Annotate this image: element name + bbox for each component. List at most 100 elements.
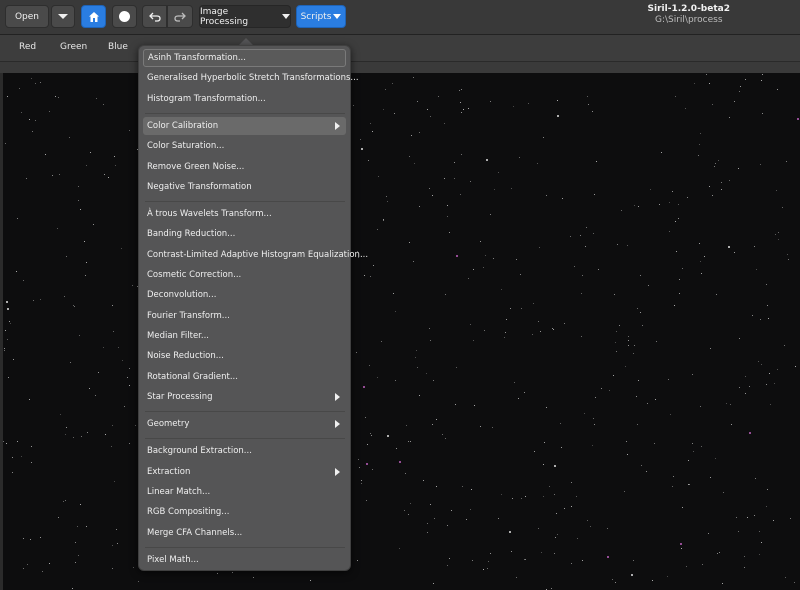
star bbox=[782, 207, 783, 208]
star bbox=[364, 275, 365, 276]
menu-item-color-saturation[interactable]: Color Saturation... bbox=[143, 137, 346, 155]
star bbox=[678, 204, 679, 205]
menu-item-negative-transformation[interactable]: Negative Transformation bbox=[143, 178, 346, 196]
image-viewer[interactable] bbox=[3, 73, 800, 590]
undo-icon bbox=[148, 12, 161, 22]
menu-item-rgb-compositing[interactable]: RGB Compositing... bbox=[143, 503, 346, 521]
star bbox=[740, 86, 741, 87]
star bbox=[498, 518, 499, 519]
menu-item-a-trous-wavelets-transform[interactable]: À trous Wavelets Transform... bbox=[143, 205, 346, 223]
star bbox=[434, 518, 435, 519]
menu-item-histogram-transformation[interactable]: Histogram Transformation... bbox=[143, 90, 346, 108]
menu-item-color-calibration[interactable]: Color Calibration bbox=[143, 116, 346, 135]
image-processing-button[interactable]: Image Processing bbox=[199, 5, 291, 28]
menu-item-fourier-transform[interactable]: Fourier Transform... bbox=[143, 307, 346, 325]
star bbox=[627, 245, 628, 246]
star bbox=[615, 582, 616, 583]
star bbox=[486, 159, 488, 161]
star bbox=[10, 323, 11, 324]
menu-item-label: RGB Compositing... bbox=[147, 507, 230, 518]
star bbox=[498, 172, 499, 173]
menu-item-label: Cosmetic Correction... bbox=[147, 270, 242, 280]
star bbox=[584, 413, 585, 414]
redo-button[interactable] bbox=[167, 5, 193, 28]
menu-item-label: Color Calibration bbox=[147, 120, 219, 131]
star bbox=[413, 77, 414, 78]
star bbox=[409, 156, 410, 157]
star bbox=[708, 533, 709, 534]
star bbox=[761, 542, 762, 543]
record-button[interactable] bbox=[112, 5, 137, 28]
menu-item-pixel-math[interactable]: Pixel Math... bbox=[143, 551, 346, 569]
star bbox=[767, 305, 768, 306]
star bbox=[593, 233, 594, 234]
star bbox=[65, 500, 66, 501]
star bbox=[538, 321, 539, 322]
star bbox=[501, 289, 502, 290]
star bbox=[445, 438, 446, 439]
menu-item-banding-reduction[interactable]: Banding Reduction... bbox=[143, 225, 346, 243]
menu-item-remove-green-noise[interactable]: Remove Green Noise... bbox=[143, 158, 346, 176]
star bbox=[114, 481, 115, 482]
menu-separator bbox=[145, 411, 345, 413]
menu-item-linear-match[interactable]: Linear Match... bbox=[143, 483, 346, 501]
star bbox=[358, 459, 359, 460]
star bbox=[112, 305, 113, 306]
open-button[interactable]: Open bbox=[5, 5, 49, 28]
star bbox=[360, 139, 361, 140]
star bbox=[672, 486, 673, 487]
viewer-frame bbox=[0, 62, 800, 73]
star bbox=[385, 89, 386, 90]
star bbox=[127, 377, 128, 378]
menu-item-deconvolution[interactable]: Deconvolution... bbox=[143, 286, 346, 304]
star bbox=[64, 296, 65, 297]
star bbox=[513, 106, 514, 107]
menu-item-background-extraction[interactable]: Background Extraction... bbox=[143, 442, 346, 460]
menu-item-asinh-transformation[interactable]: Asinh Transformation... bbox=[143, 49, 346, 67]
menu-item-star-processing[interactable]: Star Processing bbox=[143, 388, 346, 406]
menu-item-generalised-hyperbolic-stretch-transformations[interactable]: Generalised Hyperbolic Stretch Transform… bbox=[143, 69, 359, 87]
menu-item-rotational-gradient[interactable]: Rotational Gradient... bbox=[143, 368, 346, 386]
tab-green[interactable]: Green bbox=[60, 42, 87, 52]
star bbox=[795, 366, 796, 367]
menu-item-noise-reduction[interactable]: Noise Reduction... bbox=[143, 347, 346, 365]
menu-item-cosmetic-correction[interactable]: Cosmetic Correction... bbox=[143, 266, 346, 284]
star bbox=[729, 180, 730, 181]
star bbox=[45, 154, 46, 155]
undo-button[interactable] bbox=[142, 5, 167, 28]
star bbox=[42, 571, 43, 572]
menu-item-median-filter[interactable]: Median Filter... bbox=[143, 327, 346, 345]
star bbox=[766, 506, 767, 507]
star bbox=[744, 567, 745, 568]
menu-item-geometry[interactable]: Geometry bbox=[143, 415, 346, 433]
star bbox=[468, 278, 469, 279]
tab-red[interactable]: Red bbox=[19, 42, 36, 52]
menu-item-label: Background Extraction... bbox=[147, 446, 252, 457]
star bbox=[438, 96, 439, 97]
open-menu-button[interactable] bbox=[51, 5, 75, 28]
menu-item-merge-cfa-channels[interactable]: Merge CFA Channels... bbox=[143, 524, 346, 542]
home-button[interactable] bbox=[81, 5, 106, 28]
star bbox=[594, 194, 595, 195]
star bbox=[29, 119, 30, 120]
star bbox=[528, 103, 529, 104]
scripts-button[interactable]: Scripts bbox=[296, 5, 346, 28]
star bbox=[460, 102, 461, 103]
star bbox=[762, 74, 763, 75]
star bbox=[4, 348, 5, 349]
star bbox=[416, 350, 417, 351]
menu-item-extraction[interactable]: Extraction bbox=[143, 463, 346, 481]
star bbox=[540, 331, 541, 332]
menu-separator bbox=[145, 546, 345, 548]
menu-item-contrast-limited-adaptive-histogram-equalization[interactable]: Contrast-Limited Adaptive Histogram Equa… bbox=[143, 246, 368, 264]
star bbox=[356, 352, 357, 353]
star bbox=[433, 380, 434, 381]
star bbox=[12, 457, 13, 458]
star bbox=[652, 580, 653, 581]
star bbox=[628, 340, 629, 341]
tab-blue[interactable]: Blue bbox=[108, 42, 128, 52]
star bbox=[406, 425, 407, 426]
star bbox=[78, 186, 79, 187]
star bbox=[84, 241, 85, 242]
star bbox=[378, 176, 379, 177]
